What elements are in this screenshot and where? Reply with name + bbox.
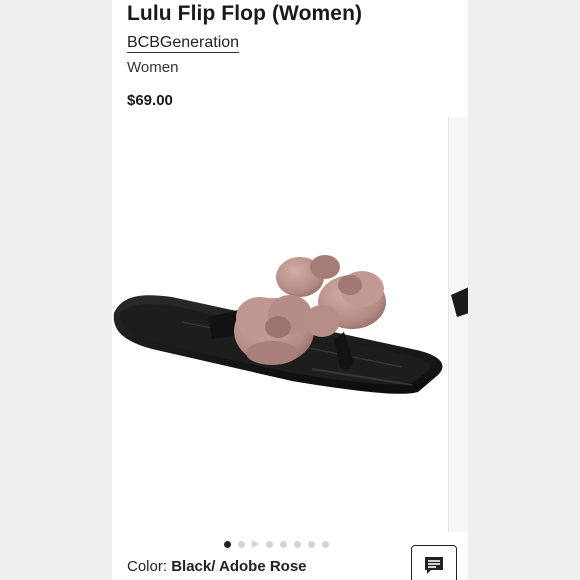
carousel-dot[interactable] [266, 540, 273, 548]
chat-button[interactable] [411, 545, 457, 580]
chat-icon [425, 557, 443, 574]
brand-link[interactable]: BCBGeneration [127, 33, 240, 53]
carousel-dot[interactable] [280, 540, 287, 548]
next-image-peek[interactable] [448, 117, 468, 532]
video-dot-play-icon[interactable] [252, 540, 259, 548]
product-image [113, 255, 443, 394]
left-margin [0, 0, 112, 580]
product-price: $69.00 [127, 92, 173, 109]
product-title: Lulu Flip Flop (Women) [127, 2, 363, 25]
next-image-thumbnail [451, 287, 468, 317]
carousel-dot[interactable] [308, 540, 315, 548]
product-audience: Women [127, 59, 179, 76]
product-card: Lulu Flip Flop (Women) BCBGeneration Wom… [112, 0, 468, 580]
carousel-dot[interactable] [294, 540, 301, 548]
carousel-dot[interactable] [238, 540, 245, 548]
right-margin [468, 0, 580, 580]
carousel-pagination [224, 538, 329, 550]
color-selection: Color: Black/ Adobe Rose [127, 558, 307, 575]
color-label: Color: [127, 558, 168, 575]
carousel-dot[interactable] [224, 540, 231, 548]
carousel-dot[interactable] [322, 540, 329, 548]
color-value: Black/ Adobe Rose [171, 558, 307, 575]
product-image-carousel[interactable] [112, 117, 448, 532]
